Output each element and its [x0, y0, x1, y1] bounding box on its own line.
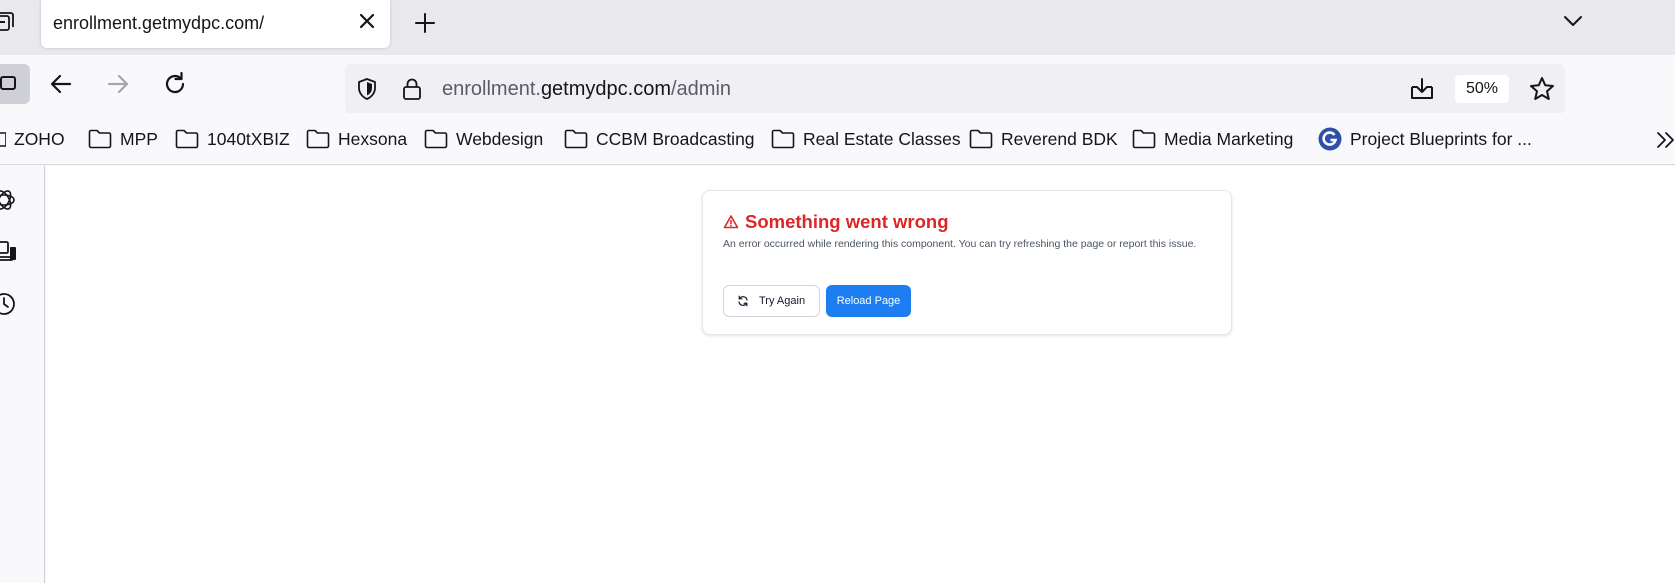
- folder-icon: [306, 129, 330, 149]
- bookmark-folder-mpp[interactable]: MPP: [88, 126, 158, 152]
- history-clock-icon[interactable]: [0, 290, 18, 318]
- zoom-level-badge[interactable]: 50%: [1455, 75, 1509, 103]
- bookmark-folder-ccbm-broadcasting[interactable]: CCBM Broadcasting: [564, 126, 755, 152]
- bookmark-folder-reverend-bdk[interactable]: Reverend BDK: [969, 126, 1118, 152]
- url-prefix: enrollment.: [442, 78, 541, 100]
- close-tab-icon[interactable]: [358, 12, 376, 30]
- error-card: Something went wrong An error occurred w…: [702, 190, 1232, 335]
- url-path: /admin: [671, 78, 732, 100]
- bookmark-folder-1040txbiz[interactable]: 1040tXBIZ: [175, 126, 290, 152]
- bookmark-folder-media-marketing[interactable]: Media Marketing: [1132, 126, 1293, 152]
- tab-title: enrollment.getmydpc.com/: [53, 13, 265, 33]
- active-tab[interactable]: enrollment.getmydpc.com/: [41, 0, 390, 48]
- new-tab-plus-icon[interactable]: [412, 10, 438, 36]
- reload-icon[interactable]: [161, 70, 189, 98]
- bookmark-label: Hexsona: [338, 128, 408, 149]
- list-all-tabs-chevron-icon[interactable]: [1560, 10, 1586, 32]
- bookmark-label: Project Blueprints for ...: [1350, 128, 1532, 149]
- forward-arrow-icon[interactable]: [104, 70, 132, 98]
- folder-icon: [424, 129, 448, 149]
- url-host: getmydpc.com: [540, 78, 671, 100]
- address-bar[interactable]: enrollment.getmydpc.com/admin 50%: [345, 64, 1565, 114]
- folder-icon: [1132, 129, 1156, 149]
- page-content: Something went wrong An error occurred w…: [46, 166, 1675, 583]
- bookmarks-toolbar: ZOHO MPP 1040tXBIZ Hexsona Webdesign CCB…: [0, 113, 1675, 165]
- bookmark-folder-zoho[interactable]: ZOHO: [0, 126, 65, 152]
- folder-icon: [771, 129, 795, 149]
- bookmark-label: MPP: [120, 128, 158, 149]
- sidebar-toggle-button[interactable]: [0, 64, 30, 104]
- tab-list-icon[interactable]: [0, 11, 14, 33]
- sidebar-icon: [0, 76, 16, 90]
- bookmark-label: Media Marketing: [1164, 128, 1294, 149]
- tracking-protection-shield-icon[interactable]: [355, 77, 379, 101]
- bookmark-project-blueprints[interactable]: Project Blueprints for ...: [1318, 126, 1532, 152]
- url-text[interactable]: enrollment.getmydpc.com/admin: [442, 78, 731, 101]
- back-arrow-icon[interactable]: [47, 70, 75, 98]
- bookmark-label: ZOHO: [14, 128, 65, 149]
- bookmark-folder-real-estate-classes[interactable]: Real Estate Classes: [771, 126, 961, 152]
- folder-icon: [0, 132, 6, 147]
- reload-page-button[interactable]: Reload Page: [826, 285, 911, 317]
- site-g-icon: [1318, 127, 1342, 151]
- download-icon[interactable]: [1408, 75, 1436, 103]
- chatgpt-icon[interactable]: [0, 186, 18, 214]
- navigation-toolbar: enrollment.getmydpc.com/admin 50%: [0, 55, 1675, 114]
- bookmark-label: Reverend BDK: [1001, 128, 1118, 149]
- error-title: Something went wrong: [723, 211, 949, 233]
- folder-icon: [564, 129, 588, 149]
- folder-icon: [88, 129, 112, 149]
- synced-devices-icon[interactable]: [0, 238, 18, 266]
- bookmark-label: Real Estate Classes: [803, 128, 961, 149]
- bookmark-label: 1040tXBIZ: [207, 128, 290, 149]
- try-again-label: Try Again: [759, 295, 806, 307]
- bookmark-folder-webdesign[interactable]: Webdesign: [424, 126, 543, 152]
- bookmark-star-icon[interactable]: [1528, 75, 1556, 103]
- folder-icon: [175, 129, 199, 149]
- folder-icon: [969, 129, 993, 149]
- bookmark-label: Webdesign: [456, 128, 544, 149]
- error-title-text: Something went wrong: [745, 211, 949, 232]
- refresh-icon: [738, 295, 748, 307]
- bookmarks-overflow-chevron-icon[interactable]: [1654, 129, 1675, 151]
- tab-strip: enrollment.getmydpc.com/: [0, 0, 1675, 55]
- error-description: An error occurred while rendering this c…: [723, 238, 1197, 250]
- lock-icon[interactable]: [401, 77, 423, 101]
- try-again-button[interactable]: Try Again: [723, 285, 820, 317]
- bookmark-label: CCBM Broadcasting: [596, 128, 755, 149]
- sidebar-panel: [0, 166, 45, 583]
- bookmark-folder-hexsona[interactable]: Hexsona: [306, 126, 407, 152]
- warning-triangle-icon: [723, 215, 739, 229]
